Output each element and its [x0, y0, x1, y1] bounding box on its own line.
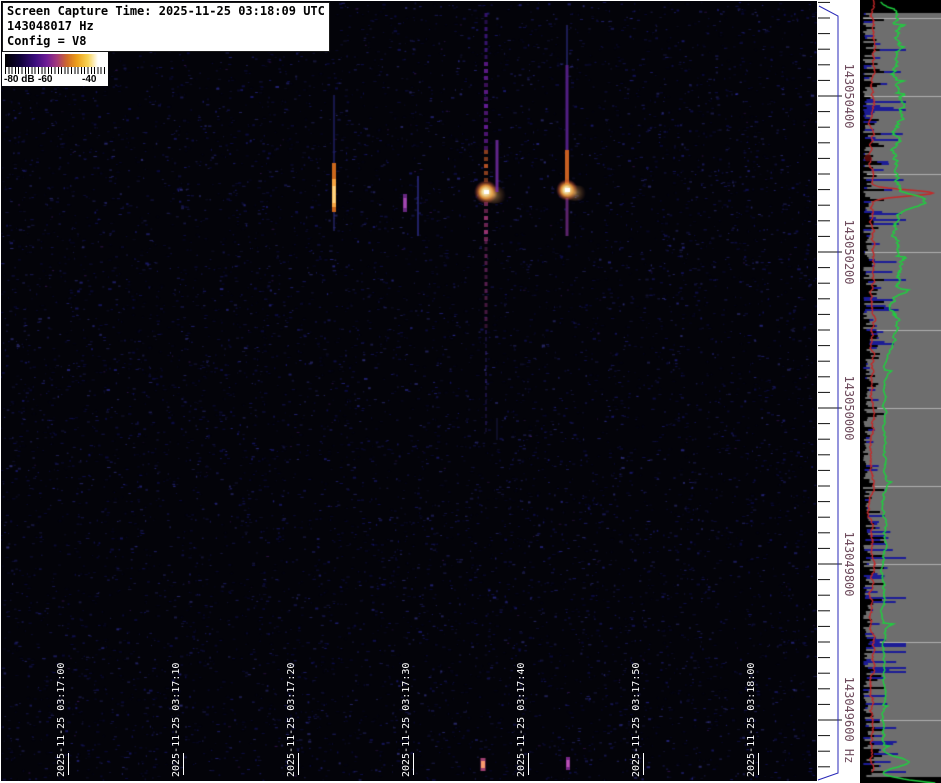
time-tick	[758, 753, 759, 775]
time-tick	[298, 753, 299, 775]
time-label: 2025-11-25 03:17:40	[516, 663, 528, 777]
scale-label-min: -80 dB	[4, 74, 35, 86]
time-label: 2025-11-25 03:17:00	[56, 663, 68, 777]
spectrum-lab-capture: Screen Capture Time: 2025-11-25 03:18:09…	[0, 0, 941, 783]
border-left	[0, 0, 1, 783]
center-frequency-text: 143048017 Hz	[7, 19, 325, 34]
frequency-label: 143050400	[842, 63, 856, 128]
border-top	[0, 0, 817, 1]
frequency-label: 143050000	[842, 375, 856, 440]
time-tick	[528, 753, 529, 775]
time-label: 2025-11-25 03:18:00	[746, 663, 758, 777]
frequency-label: 143049600 Hz	[842, 677, 856, 764]
config-text: Config = V8	[7, 34, 325, 49]
time-tick	[413, 753, 414, 775]
time-label: 2025-11-25 03:17:30	[401, 663, 413, 777]
color-scale-gradient	[5, 54, 105, 67]
spectrum-panel-plot	[860, 0, 941, 783]
time-tick	[183, 753, 184, 775]
time-tick	[643, 753, 644, 775]
frequency-label: 143050200	[842, 219, 856, 284]
scale-label-mid: -60	[38, 74, 52, 86]
scale-label-max: -40	[82, 74, 96, 86]
time-label: 2025-11-25 03:17:50	[631, 663, 643, 777]
color-scale-legend: -80 dB -60 -40	[2, 52, 108, 86]
frequency-axis: 143050400 143050200 143050000 143049800 1430…	[817, 0, 860, 783]
color-scale-ticks	[5, 67, 105, 74]
color-scale-labels: -80 dB -60 -40	[2, 74, 108, 86]
time-label: 2025-11-25 03:17:10	[171, 663, 183, 777]
time-tick	[68, 753, 69, 775]
frequency-label: 143049800	[842, 531, 856, 596]
capture-info-box: Screen Capture Time: 2025-11-25 03:18:09…	[2, 2, 330, 52]
spectrogram-waterfall: Screen Capture Time: 2025-11-25 03:18:09…	[0, 0, 817, 783]
capture-time-text: Screen Capture Time: 2025-11-25 03:18:09…	[7, 4, 325, 19]
time-label: 2025-11-25 03:17:20	[286, 663, 298, 777]
